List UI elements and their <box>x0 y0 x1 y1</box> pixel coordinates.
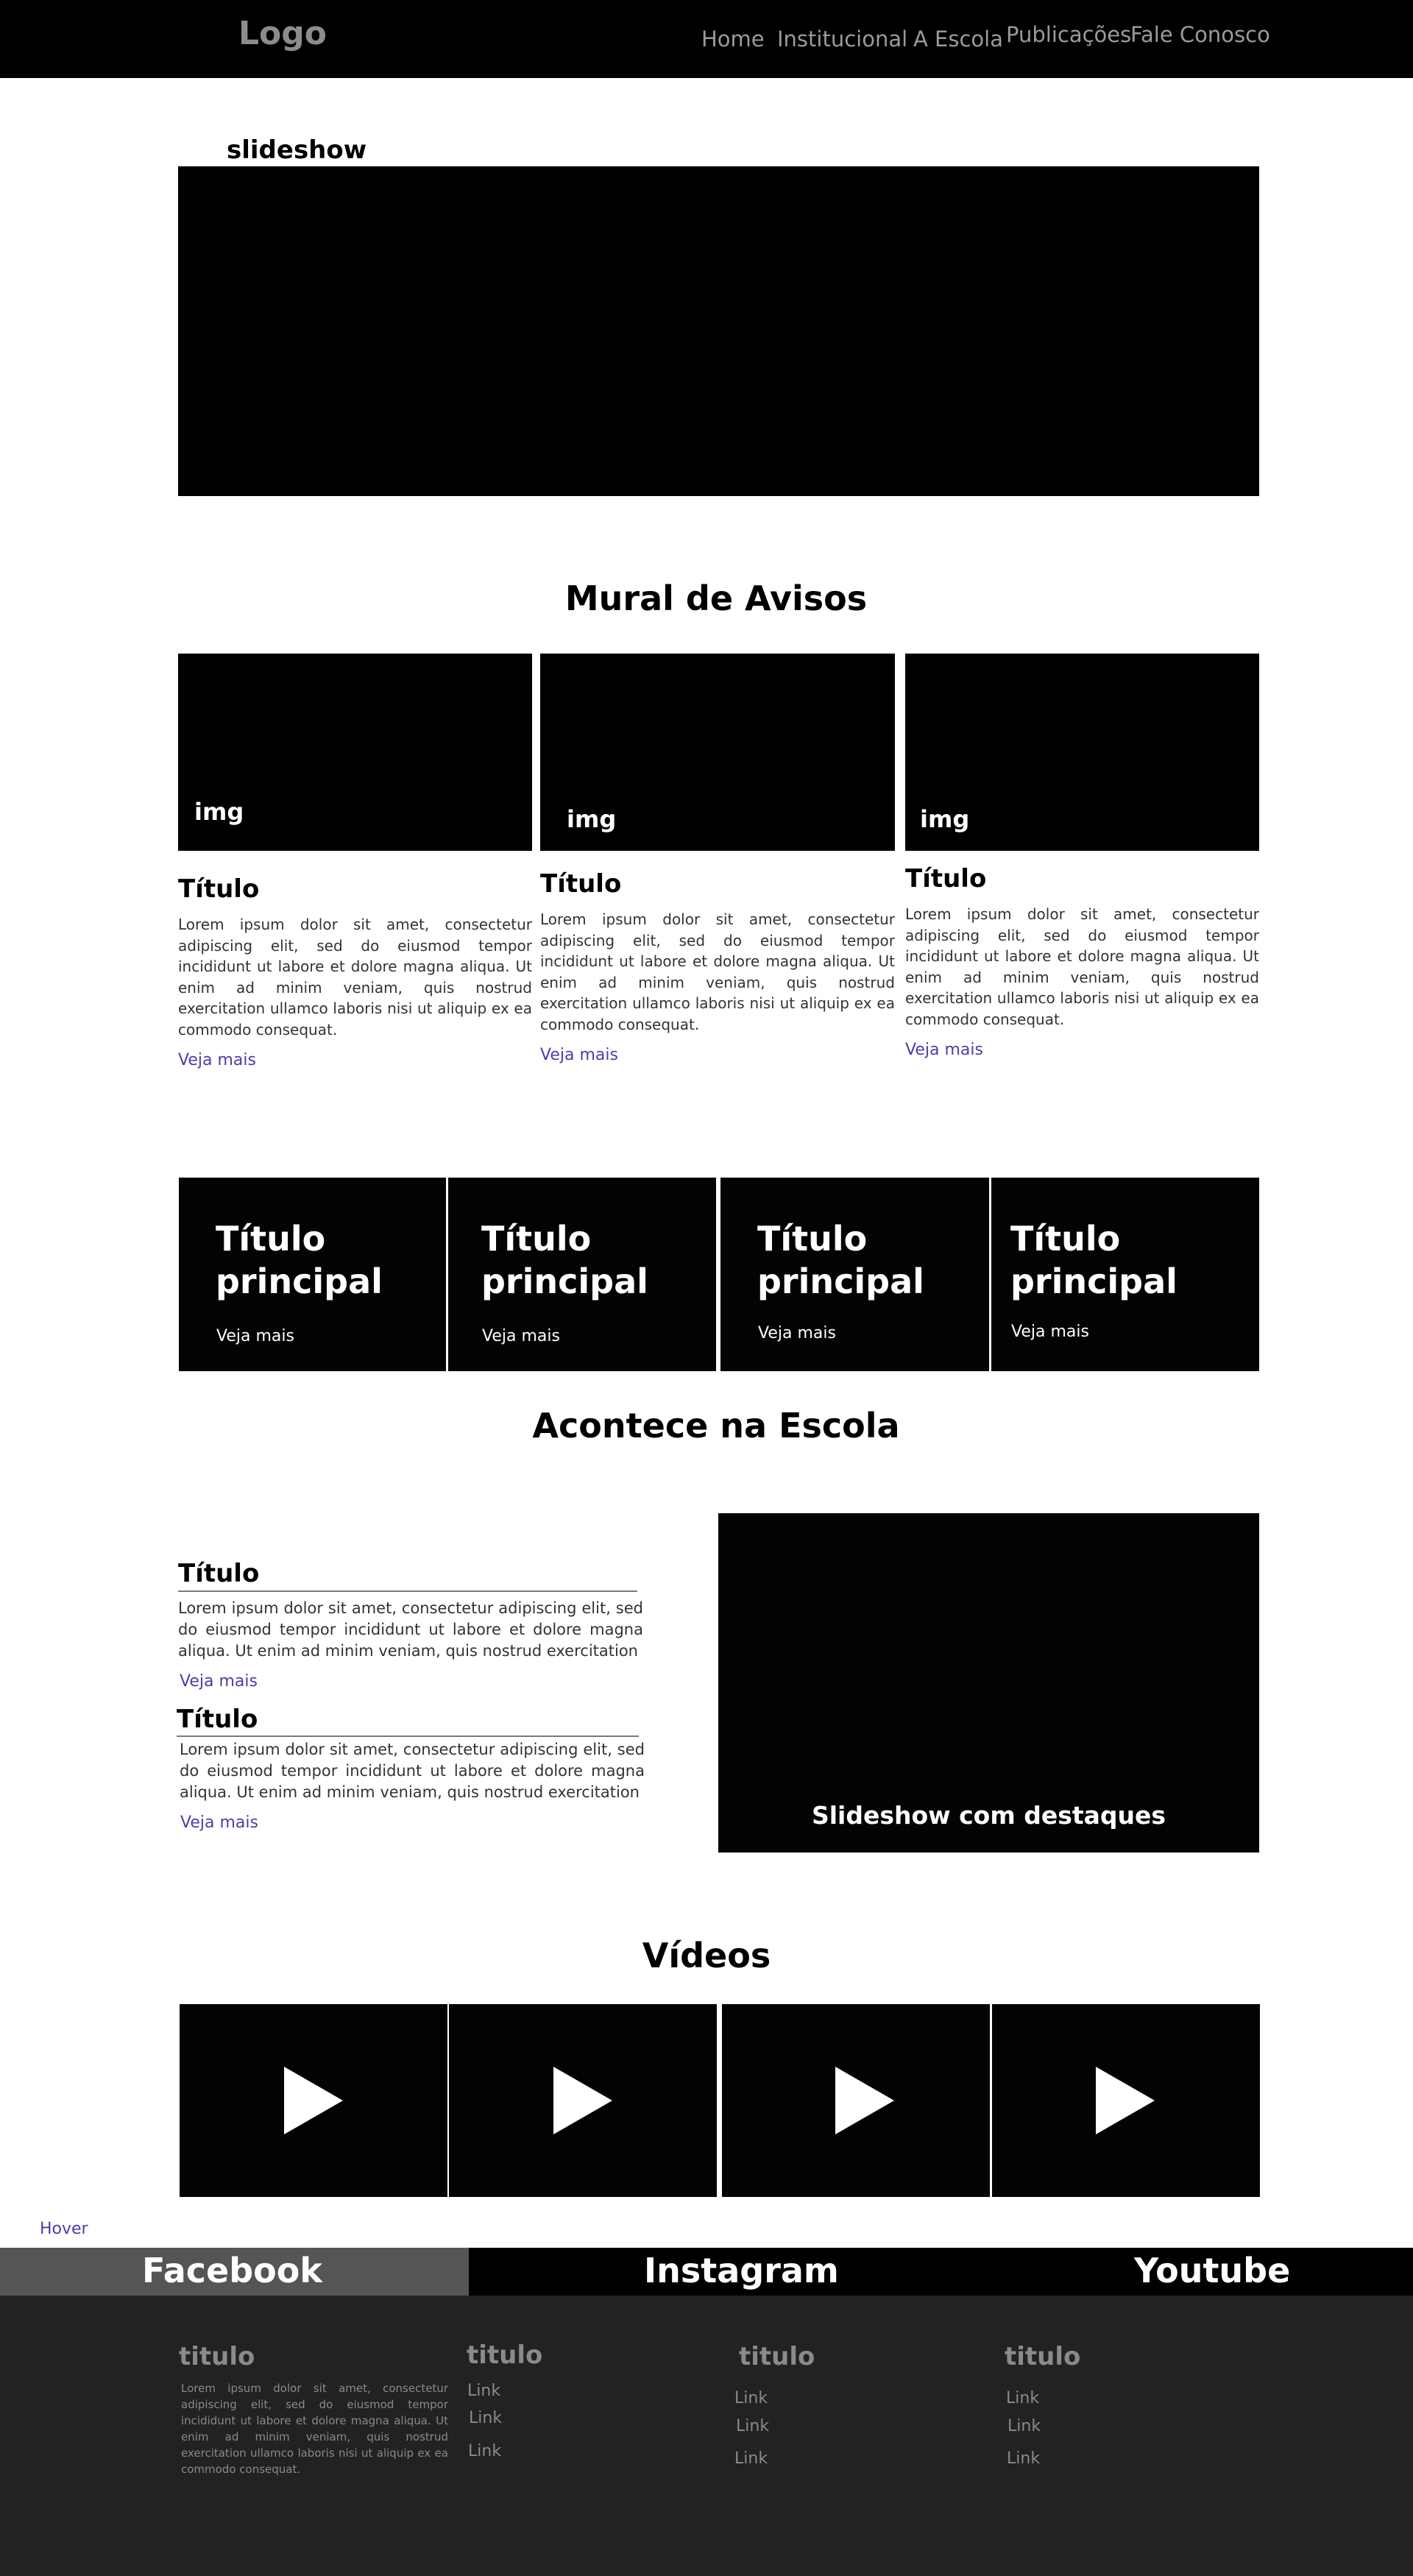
footer-column-title: titulo <box>467 2340 543 2370</box>
mural-card-image-label: img <box>194 798 244 826</box>
news-text: Lorem ipsum dolor sit amet, consectetur … <box>180 1741 645 1801</box>
video-thumbnail[interactable] <box>992 2004 1260 2197</box>
nav-a-escola[interactable]: A Escola <box>913 26 1003 52</box>
mural-card-image-label: img <box>920 805 970 833</box>
logo[interactable]: Logo <box>238 15 327 52</box>
mural-card-title: Título <box>178 874 260 904</box>
news-divider <box>178 1590 637 1592</box>
footer-link[interactable]: Link <box>1007 2449 1040 2468</box>
play-icon <box>1096 2067 1155 2134</box>
feature-tile-link[interactable]: Veja mais <box>758 1324 836 1342</box>
hover-note: Hover <box>40 2220 88 2238</box>
feature-tile-title: Título principal <box>481 1219 648 1301</box>
footer-column-title: titulo <box>1005 2342 1081 2371</box>
play-icon <box>835 2067 894 2134</box>
nav-home[interactable]: Home <box>701 26 765 52</box>
footer-link[interactable]: Link <box>734 2389 768 2407</box>
feature-tile-title: Título principal <box>1010 1219 1178 1301</box>
footer-link[interactable]: Link <box>736 2417 769 2435</box>
video-thumbnail[interactable] <box>180 2004 447 2197</box>
mural-card-link[interactable]: Veja mais <box>540 1046 618 1064</box>
mural-card-title: Título <box>905 864 987 894</box>
footer-link[interactable]: Link <box>469 2409 502 2427</box>
news-divider <box>177 1735 639 1737</box>
social-facebook[interactable]: Facebook <box>142 2251 322 2290</box>
footer-column-title: titulo <box>739 2342 815 2371</box>
footer-link[interactable]: Link <box>468 2442 501 2460</box>
footer-column-title: titulo <box>179 2342 255 2371</box>
social-instagram[interactable]: Instagram <box>644 2251 839 2290</box>
play-icon <box>553 2067 612 2134</box>
feature-tile-title: Título principal <box>216 1219 383 1301</box>
mural-title: Mural de Avisos <box>564 578 868 618</box>
mural-card-link[interactable]: Veja mais <box>905 1041 983 1059</box>
feature-tile-link[interactable]: Veja mais <box>482 1327 560 1345</box>
news-link[interactable]: Veja mais <box>180 1814 258 1832</box>
play-icon <box>284 2067 343 2134</box>
feature-tile-link[interactable]: Veja mais <box>1011 1323 1089 1341</box>
footer-link[interactable]: Link <box>734 2449 768 2468</box>
highlight-slideshow-label: Slideshow com destaques <box>811 1801 1166 1830</box>
acontece-title: Acontece na Escola <box>532 1406 900 1446</box>
footer-column-text: Lorem ipsum dolor sit amet, consectetur … <box>181 2382 448 2476</box>
footer-link[interactable]: Link <box>467 2382 500 2400</box>
videos-title: Vídeos <box>642 1936 771 1975</box>
feature-tile-link[interactable]: Veja mais <box>216 1327 294 1345</box>
mural-card-title: Título <box>540 869 622 899</box>
slideshow-label: slideshow <box>227 135 367 165</box>
news-title: Título <box>177 1705 258 1734</box>
mural-card-text: Lorem ipsum dolor sit amet, consectetur … <box>905 905 1259 1028</box>
news-link[interactable]: Veja mais <box>180 1672 258 1691</box>
social-youtube[interactable]: Youtube <box>1134 2251 1290 2290</box>
video-thumbnail[interactable] <box>722 2004 990 2197</box>
nav-fale-conosco[interactable]: Fale Conosco <box>1130 22 1270 47</box>
footer-link[interactable]: Link <box>1006 2389 1039 2407</box>
news-title: Título <box>178 1559 260 1588</box>
feature-tile-title: Título principal <box>757 1219 924 1301</box>
slideshow[interactable] <box>178 166 1259 496</box>
nav-publicacoes[interactable]: Publicações <box>1006 22 1131 47</box>
mural-card-text: Lorem ipsum dolor sit amet, consectetur … <box>540 910 895 1033</box>
mural-card-text: Lorem ipsum dolor sit amet, consectetur … <box>178 916 532 1038</box>
news-text: Lorem ipsum dolor sit amet, consectetur … <box>178 1599 643 1660</box>
mural-card-image-label: img <box>567 805 617 833</box>
nav-institucional[interactable]: Institucional <box>777 26 907 52</box>
mural-card-link[interactable]: Veja mais <box>178 1051 256 1069</box>
video-thumbnail[interactable] <box>449 2004 717 2197</box>
footer-link[interactable]: Link <box>1007 2417 1041 2435</box>
